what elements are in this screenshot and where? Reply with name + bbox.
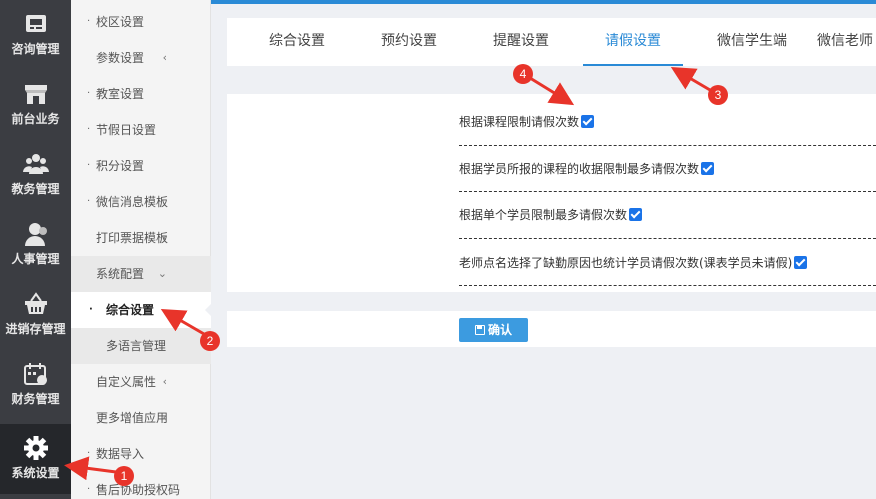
bullet-icon: · [87, 124, 91, 135]
receipt-limit-checkbox[interactable] [701, 162, 715, 175]
divider [459, 191, 876, 192]
basket-icon [24, 292, 47, 314]
bullet-icon: · [87, 160, 91, 171]
rail-label: 人事管理 [11, 252, 60, 266]
submenu-item-auth-code[interactable]: · 售后协助授权码 [71, 472, 211, 499]
tab-general[interactable]: 综合设置 [257, 18, 337, 66]
tab-wechat-teacher[interactable]: 微信老师 [817, 18, 876, 66]
option-label: 根据学员所报的课程的收据限制最多请假次数 [459, 162, 700, 176]
submenu-item-language[interactable]: 多语言管理 [71, 328, 211, 364]
submenu-item-system-config[interactable]: 系统配置 ⌄ [71, 256, 211, 292]
rail-item-system-settings[interactable]: 系统设置 [0, 424, 71, 494]
confirm-label: 确认 [487, 323, 512, 337]
icon-rail: 咨询管理 前台业务 教务管理 人事管理 进销存管理 财务管理 系统设置 [0, 0, 71, 499]
student-limit-checkbox[interactable] [629, 208, 643, 221]
submenu-label: 参数设置 [96, 51, 145, 65]
divider [459, 285, 876, 286]
tab-reminder[interactable]: 提醒设置 [481, 18, 561, 66]
submenu-item-print-template[interactable]: 打印票据模板 ‹ [71, 220, 211, 256]
rail-item-frontdesk[interactable]: 前台业务 [0, 70, 71, 140]
arrow-3 [670, 66, 711, 92]
option-label: 根据单个学员限制最多请假次数 [459, 208, 628, 222]
rail-item-consult[interactable]: 咨询管理 [0, 0, 71, 70]
submenu-label: 更多增值应用 [96, 411, 169, 425]
bullet-icon: · [87, 16, 91, 27]
annotation-badge-2: 2 [200, 331, 220, 351]
chevron-left-icon: ‹ [162, 231, 167, 244]
submenu-item-holiday[interactable]: · 节假日设置 [71, 112, 211, 148]
bullet-icon: · [87, 196, 91, 207]
people-group-icon [22, 154, 49, 174]
submenu-item-campus[interactable]: · 校区设置 [71, 4, 211, 40]
submenu-item-classroom[interactable]: · 教室设置 [71, 76, 211, 112]
divider [459, 145, 876, 146]
chevron-left-icon: ‹ [162, 411, 167, 424]
submenu-label: 自定义属性 [96, 375, 157, 389]
submenu-label: 多语言管理 [106, 339, 167, 353]
rail-item-finance[interactable]: 财务管理 [0, 350, 71, 420]
submenu-label: 校区设置 [96, 15, 145, 29]
annotation-badge-3: 3 [708, 85, 728, 105]
submenu-item-wechat-template[interactable]: · 微信消息模板 [71, 184, 211, 220]
course-limit-checkbox[interactable] [581, 115, 595, 128]
consult-icon [25, 15, 46, 32]
bullet-icon: · [87, 88, 91, 99]
tab-wechat-student[interactable]: 微信学生端 [705, 18, 799, 66]
option-label: 根据课程限制请假次数 [459, 115, 580, 129]
submenu-item-params[interactable]: 参数设置 ‹ [71, 40, 211, 76]
settings-tabs: 综合设置 预约设置 提醒设置 请假设置 微信学生端 微信老师 [227, 18, 876, 66]
submenu-label: 教室设置 [96, 87, 145, 101]
option-label: 老师点名选择了缺勤原因也统计学员请假次数(课表学员未请假) [459, 256, 793, 270]
submenu-item-points[interactable]: · 积分设置 [71, 148, 211, 184]
submenu-label: 售后协助授权码 [96, 483, 181, 497]
settings-submenu: · 校区设置 参数设置 ‹ · 教室设置 · 节假日设置 · 积分设置 · 微信消息模板 打… [71, 0, 212, 499]
annotation-badge-1: 1 [114, 466, 134, 486]
submenu-label: 数据导入 [96, 447, 145, 461]
option-receipt-limit: 根据学员所报的课程的收据限制最多请假次数 [459, 161, 715, 177]
option-absence-count: 老师点名选择了缺勤原因也统计学员请假次数(课表学员未请假) [459, 255, 808, 271]
rail-label: 进销存管理 [5, 322, 66, 336]
submenu-item-data-import[interactable]: · 数据导入 [71, 436, 211, 472]
submenu-label: 综合设置 [106, 303, 155, 317]
submenu-item-more-apps[interactable]: 更多增值应用 ‹ [71, 400, 211, 436]
tab-leave[interactable]: 请假设置 [583, 18, 683, 66]
bullet-icon: · [89, 304, 93, 315]
tab-booking[interactable]: 预约设置 [369, 18, 449, 66]
chevron-down-icon: ⌄ [157, 267, 167, 280]
submenu-item-general-settings[interactable]: · 综合设置 [71, 292, 212, 328]
save-icon [474, 325, 485, 335]
rail-label: 咨询管理 [11, 42, 60, 56]
rail-item-academic[interactable]: 教务管理 [0, 140, 71, 210]
rail-label: 系统设置 [11, 466, 60, 480]
bullet-icon: · [87, 448, 91, 459]
option-course-limit: 根据课程限制请假次数 [459, 114, 595, 130]
action-panel: 确认 [227, 311, 876, 347]
absence-count-checkbox[interactable] [794, 256, 808, 269]
gear-icon [23, 436, 48, 460]
submenu-label: 节假日设置 [96, 123, 157, 137]
submenu-label: 积分设置 [96, 159, 145, 173]
annotation-badge-4: 4 [513, 64, 533, 84]
chevron-left-icon: ‹ [162, 51, 167, 64]
top-accent-bar [211, 0, 876, 4]
rail-label: 教务管理 [11, 182, 60, 196]
option-student-limit: 根据单个学员限制最多请假次数 [459, 207, 643, 223]
confirm-button[interactable]: 确认 [459, 318, 528, 342]
chevron-left-icon: ‹ [162, 375, 167, 388]
person-icon [24, 223, 47, 246]
calendar-money-icon [23, 363, 47, 385]
rail-label: 前台业务 [11, 112, 60, 126]
divider [459, 238, 876, 239]
storefront-icon [24, 85, 47, 104]
leave-settings-panel: 根据课程限制请假次数 根据学员所报的课程的收据限制最多请假次数 根据单个学员限制… [227, 94, 876, 292]
rail-label: 财务管理 [11, 392, 60, 406]
rail-item-hr[interactable]: 人事管理 [0, 210, 71, 280]
submenu-item-custom-attr[interactable]: 自定义属性 ‹ [71, 364, 211, 400]
bullet-icon: · [87, 484, 91, 495]
submenu-label: 微信消息模板 [96, 195, 169, 209]
submenu-label: 系统配置 [96, 267, 145, 281]
rail-item-inventory[interactable]: 进销存管理 [0, 280, 71, 350]
submenu-label: 打印票据模板 [96, 231, 169, 245]
